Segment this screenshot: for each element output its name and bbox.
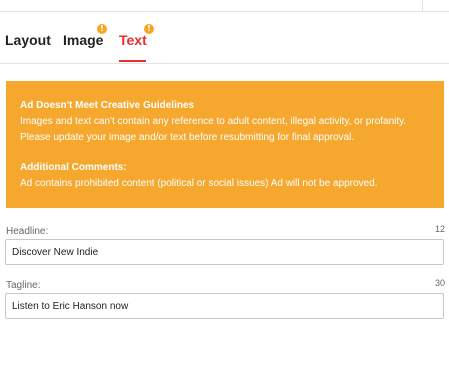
top-bar-divider — [422, 0, 423, 11]
alert-message-line-1: Images and text can't contain any refere… — [20, 116, 407, 127]
headline-label: Headline: — [6, 226, 49, 237]
headline-input[interactable] — [5, 239, 444, 265]
guidelines-alert: Ad Doesn't Meet Creative Guidelines Imag… — [6, 81, 444, 208]
alert-comments-title: Additional Comments: — [20, 162, 127, 173]
alert-title: Ad Doesn't Meet Creative Guidelines — [20, 100, 195, 111]
tab-bar: Layout Image ! Text ! — [0, 12, 449, 64]
text-warning-icon: ! — [144, 24, 154, 34]
tab-layout[interactable]: Layout — [5, 32, 51, 48]
tagline-input[interactable] — [5, 293, 444, 319]
alert-message-line-2: Please update your image and/or text bef… — [20, 132, 355, 143]
alert-comments-text: Ad contains prohibited content (politica… — [20, 178, 378, 189]
tagline-label: Tagline: — [6, 280, 41, 291]
tab-image[interactable]: Image — [63, 32, 103, 48]
image-warning-icon: ! — [97, 24, 107, 34]
headline-char-count: 12 — [434, 224, 445, 234]
top-bar — [0, 0, 449, 12]
active-tab-indicator — [119, 60, 146, 62]
tagline-char-count: 30 — [434, 278, 445, 288]
tab-text[interactable]: Text — [119, 32, 147, 48]
